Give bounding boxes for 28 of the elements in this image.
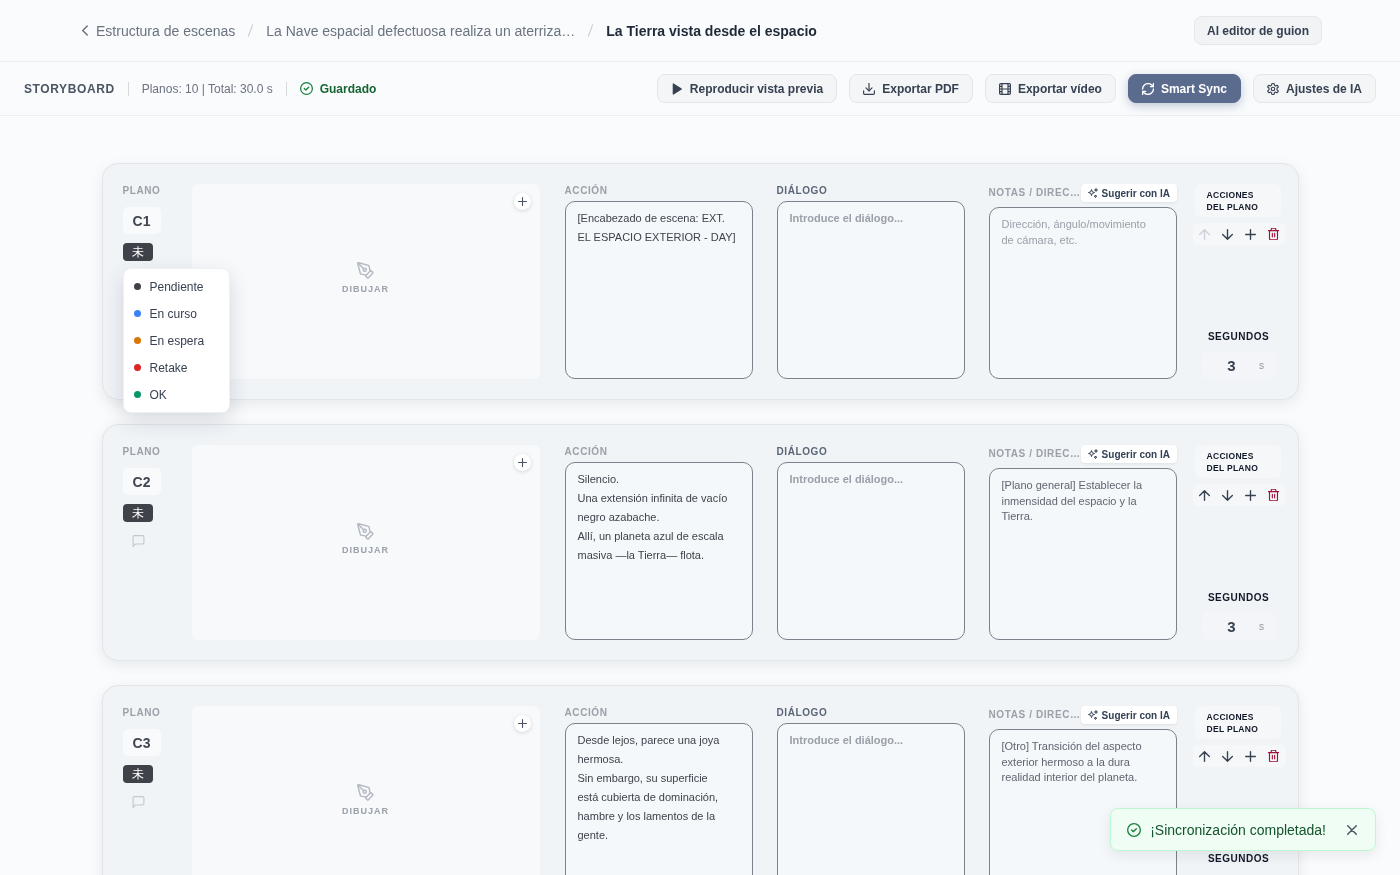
action-label: ACCIÓN xyxy=(564,185,609,197)
breadcrumb-current: La Tierra vista desde el espacio xyxy=(606,22,817,39)
shot-number: C2 xyxy=(122,468,161,495)
seconds-label: SEGUNDOS xyxy=(1207,331,1270,343)
shot-actions-label: ACCIONES DEL PLANO xyxy=(1194,184,1281,217)
shot-actions-label: ACCIONES DEL PLANO xyxy=(1194,445,1281,478)
dialogue-label: DIÁLOGO xyxy=(776,185,829,197)
draw-label: DIBUJAR xyxy=(342,544,389,555)
notes-label: NOTAS / DIREC… xyxy=(988,448,1081,460)
shot-actions-label: ACCIONES DEL PLANO xyxy=(1194,706,1281,739)
storyboard-title: STORYBOARD xyxy=(24,81,115,96)
notes-label: NOTAS / DIREC… xyxy=(988,709,1081,721)
action-label: ACCIÓN xyxy=(564,707,609,719)
draw-label: DIBUJAR xyxy=(342,283,389,294)
notes-label: NOTAS / DIREC… xyxy=(988,187,1081,199)
seconds-label: SEGUNDOS xyxy=(1207,853,1270,865)
shot-label: PLANO xyxy=(122,707,161,719)
shot-number: C3 xyxy=(122,729,161,756)
shot-label: PLANO xyxy=(122,185,161,197)
dialogue-label: DIÁLOGO xyxy=(776,707,829,719)
dialogue-label: DIÁLOGO xyxy=(776,446,829,458)
shot-label: PLANO xyxy=(122,446,161,458)
draw-label: DIBUJAR xyxy=(342,805,389,816)
save-status: Guardado xyxy=(319,81,377,96)
shot-summary: Planos: 10 | Total: 30.0 s xyxy=(141,81,273,96)
seconds-label: SEGUNDOS xyxy=(1207,592,1270,604)
action-label: ACCIÓN xyxy=(564,446,609,458)
shot-number: C1 xyxy=(122,207,161,234)
